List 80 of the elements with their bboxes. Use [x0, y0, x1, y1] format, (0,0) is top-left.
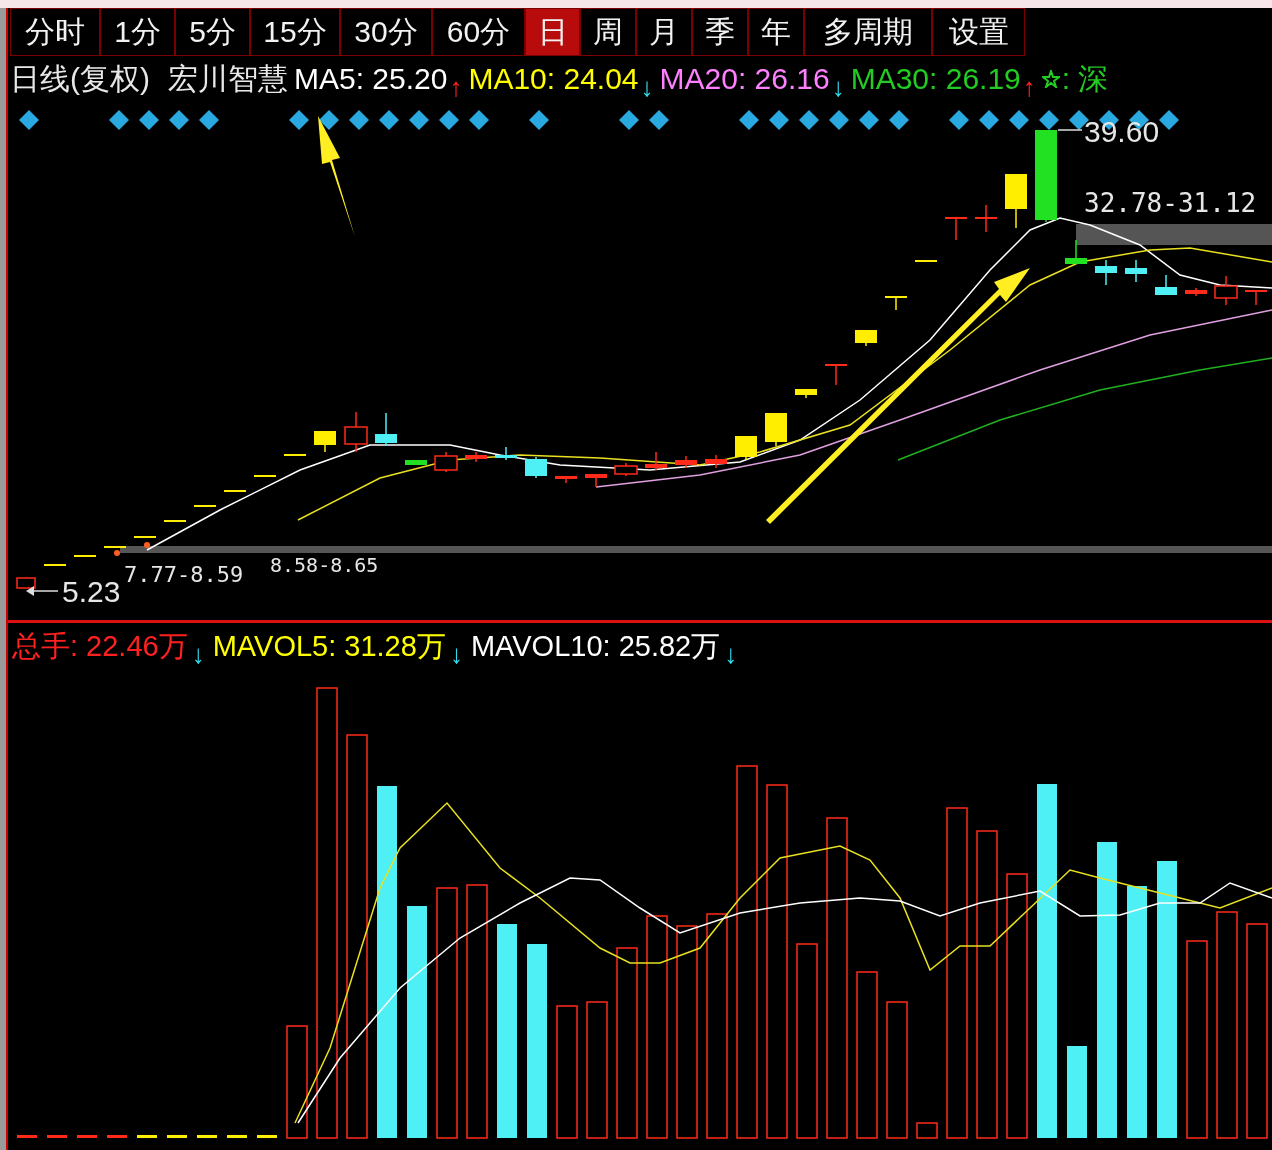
price-low-label: 5.23: [62, 575, 121, 608]
low-marker-icon: [16, 577, 59, 596]
indicator-reading: 总手: 22.46万: [12, 631, 188, 661]
trend-arrow: ↓: [191, 641, 205, 667]
candlestick: [434, 451, 458, 473]
candlestick: [194, 504, 216, 507]
stock-name: 宏川智慧: [168, 64, 288, 94]
candlestick: [825, 363, 847, 386]
period-tab[interactable]: 60分: [432, 8, 525, 56]
candlestick: [405, 459, 427, 466]
trend-arrow: ↓: [640, 74, 654, 100]
candlestick: [1245, 289, 1267, 306]
period-tab[interactable]: 多周期: [804, 8, 932, 56]
candlestick: [1185, 287, 1207, 297]
candlestick: [705, 454, 727, 469]
candlestick: [915, 259, 937, 263]
period-tab[interactable]: 月: [636, 8, 692, 56]
indicator-reading: MA10: 24.04: [468, 64, 639, 94]
trend-arrow: ↑: [1022, 74, 1036, 100]
indicator-reading: MAVOL10: 25.82万: [470, 631, 721, 661]
candlestick: [1214, 275, 1238, 306]
indicator-reading: MA5: 25.20: [294, 64, 448, 94]
dot-marker: [144, 542, 150, 548]
candlestick: [164, 519, 186, 522]
candlestick: [74, 554, 96, 557]
period-tab[interactable]: 周: [580, 8, 636, 56]
candlestick: [495, 446, 517, 461]
trend-arrow: ↓: [724, 641, 738, 667]
candlestick: [1065, 239, 1087, 265]
period-tab[interactable]: 30分: [340, 8, 432, 56]
period-tab[interactable]: 年: [748, 8, 804, 56]
candlestick: [765, 412, 787, 447]
candlestick: [224, 489, 246, 492]
candlestick: [855, 329, 877, 347]
candlestick: [735, 435, 757, 461]
candlestick: [645, 451, 667, 471]
candlestick: [1095, 259, 1117, 286]
star-icon: [1041, 70, 1060, 88]
period-tab[interactable]: 季: [692, 8, 748, 56]
period-tab[interactable]: 15分: [250, 8, 340, 56]
indicator-reading: MA30: 26.19: [850, 64, 1021, 94]
candlestick: [525, 456, 547, 479]
candlestick: [795, 388, 817, 399]
candlestick: [945, 216, 967, 241]
price-gap-label: 7.77-8.59: [124, 562, 244, 587]
period-tab[interactable]: 日: [525, 8, 580, 56]
candlestick: [585, 473, 607, 488]
period-tab[interactable]: 1分: [100, 8, 175, 56]
candlestick: [614, 462, 638, 477]
price-gap-label: 32.78-31.12: [1084, 188, 1257, 218]
trend-arrow: ↑: [449, 74, 463, 100]
candlestick: [975, 204, 997, 233]
period-tab[interactable]: 设置: [932, 8, 1025, 56]
candlestick: [134, 535, 156, 538]
leader-line: [1057, 129, 1083, 131]
candlestick: [1005, 173, 1027, 229]
trend-arrow: ↓: [449, 641, 463, 667]
chart-period-label: 日线(复权): [10, 64, 150, 94]
candlestick: [675, 455, 697, 469]
candlestick: [1125, 259, 1147, 283]
candlestick: [284, 453, 306, 456]
market-label: : 深: [1061, 64, 1109, 94]
candlestick: [555, 475, 577, 484]
candlestick: [254, 474, 276, 477]
candlestick: [1155, 274, 1177, 296]
period-tab[interactable]: 分时: [10, 8, 100, 56]
period-tab[interactable]: 5分: [175, 8, 250, 56]
indicator-reading: MA20: 26.16: [659, 64, 830, 94]
candlestick: [314, 430, 336, 453]
candlestick: [465, 451, 487, 463]
indicator-reading: MAVOL5: 31.28万: [212, 631, 446, 661]
candlestick: [104, 545, 126, 548]
candlestick: [344, 411, 368, 453]
candlestick: [44, 563, 66, 566]
dot-marker: [114, 550, 120, 556]
price-gap-label: 8.58-8.65: [270, 553, 379, 577]
candlestick: [885, 295, 907, 311]
trend-arrow: ↓: [831, 74, 845, 100]
price-high-label: 39.60: [1084, 115, 1160, 148]
candlestick: [375, 412, 397, 447]
